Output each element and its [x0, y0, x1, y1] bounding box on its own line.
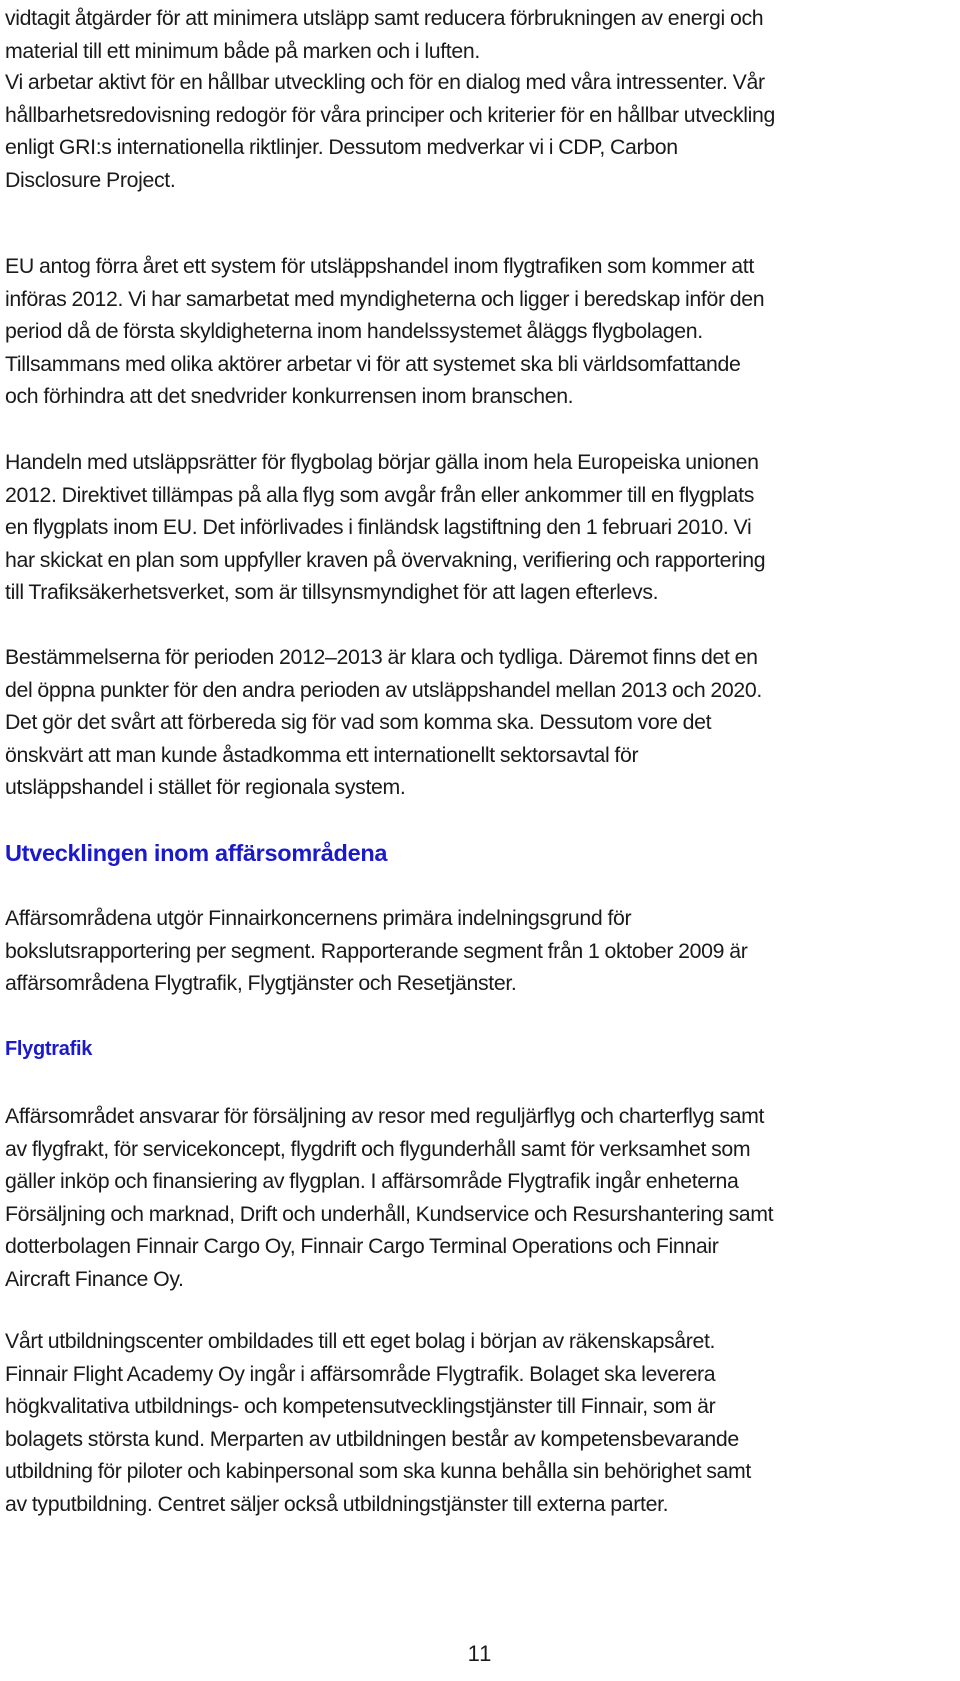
paragraph-eu-emissions-trading: EU antog förra året ett system för utslä…: [5, 254, 765, 408]
paragraph-flight-academy: Vårt utbildningscenter ombildades till e…: [5, 1329, 751, 1516]
paragraph-emissions-intro: vidtagit åtgärder för att minimera utslä…: [5, 6, 764, 63]
paragraph-flygtrafik-responsibilities: Affärsområdet ansvarar för försäljning a…: [5, 1104, 774, 1291]
subsection-heading-flygtrafik: Flygtrafik: [5, 1038, 93, 1060]
page-number: 11: [467, 1641, 493, 1666]
paragraph-business-areas: Affärsområdena utgör Finnairkoncernens p…: [5, 906, 748, 995]
section-heading-business-areas: Utvecklingen inom affärsområdena: [5, 840, 388, 866]
paragraph-sustainability: Vi arbetar aktivt för en hållbar utveckl…: [5, 70, 775, 192]
paragraph-trading-rules: Handeln med utsläppsrätter för flygbolag…: [5, 450, 766, 604]
paragraph-period-regulations: Bestämmelserna för perioden 2012–2013 är…: [5, 645, 762, 799]
